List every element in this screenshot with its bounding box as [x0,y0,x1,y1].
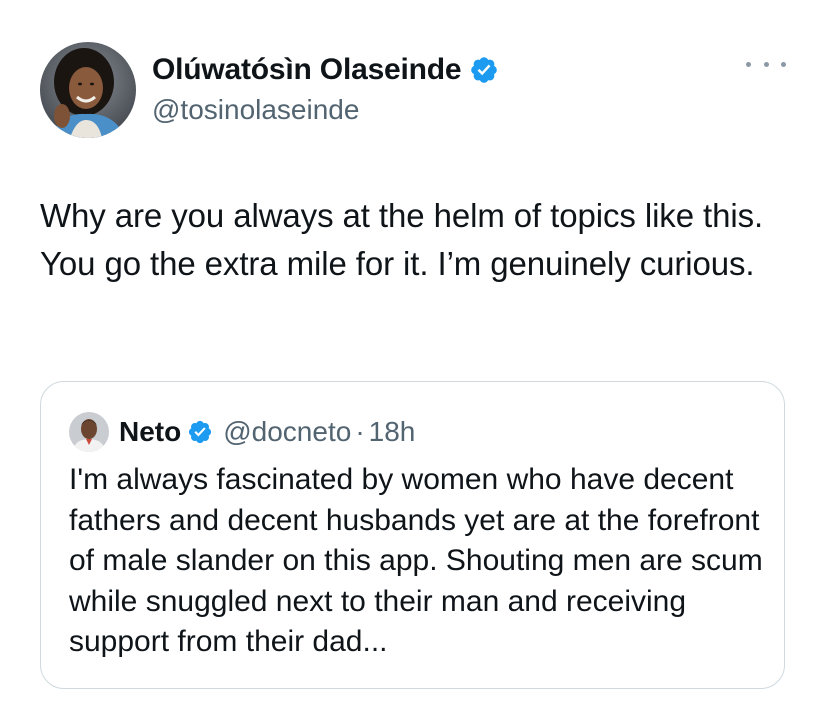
profile-photo-avatar [40,42,136,138]
tweet-card[interactable]: Olúwatósìn Olaseinde @tosinolaseinde Why… [0,0,828,728]
author-name-row: Olúwatósìn Olaseinde [152,50,499,90]
quoted-author-display-name[interactable]: Neto [119,416,181,448]
tweet-header: Olúwatósìn Olaseinde @tosinolaseinde [40,42,788,138]
quoted-tweet-timestamp[interactable]: 18h [369,416,416,448]
separator-dot: · [355,416,365,447]
author-avatar[interactable] [40,42,136,138]
verified-badge-icon[interactable] [469,55,499,85]
profile-photo-avatar [69,412,109,452]
quoted-tweet[interactable]: Neto @docneto · 18h I'm always fascinate… [40,381,785,689]
author-info: Olúwatósìn Olaseinde @tosinolaseinde [152,50,499,126]
quoted-author-handle[interactable]: @docneto [223,416,351,448]
quoted-author-avatar[interactable] [69,412,109,452]
tweet-text: Why are you always at the helm of topics… [40,197,764,282]
quoted-tweet-header: Neto @docneto · 18h [69,412,415,452]
verified-badge-icon[interactable] [187,419,213,445]
quoted-tweet-text: I'm always fascinated by women who have … [69,463,763,658]
author-handle[interactable]: @tosinolaseinde [152,94,499,126]
author-display-name[interactable]: Olúwatósìn Olaseinde [152,53,462,87]
more-horizontal-icon[interactable] [746,52,786,76]
